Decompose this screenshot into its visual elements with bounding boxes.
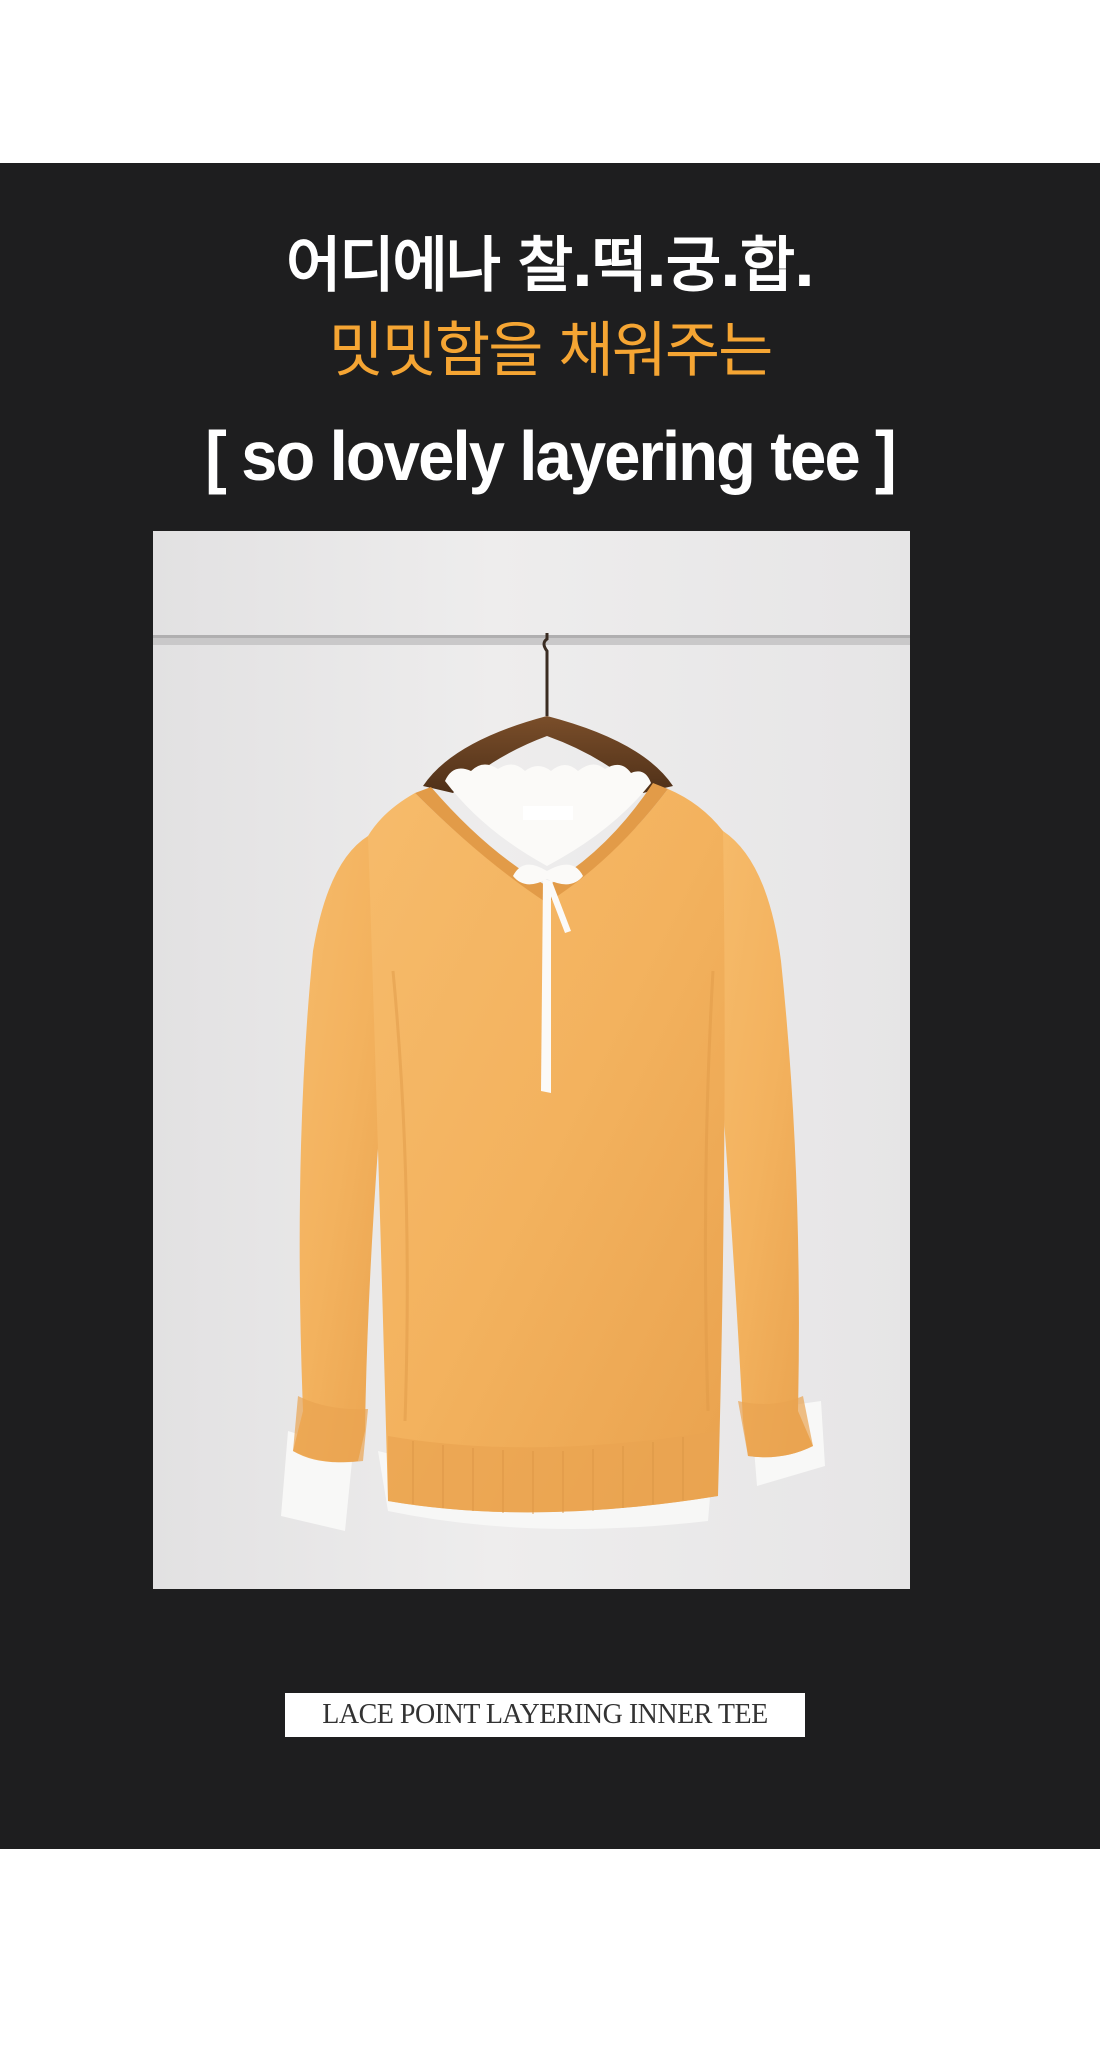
headline-line-1: 어디에나 찰.떡.궁.합. [286, 231, 816, 301]
headline-line-3: [ so lovely layering tee ] [205, 417, 897, 495]
hanger-hook [542, 633, 549, 716]
headline-line-2: 밋밋함을 채워주는 [328, 316, 774, 386]
product-photo [153, 531, 910, 1589]
product-label: LACE POINT LAYERING INNER TEE [322, 1699, 768, 1730]
sweater-sleeve-right [713, 831, 813, 1458]
product-label-box: LACE POINT LAYERING INNER TEE [285, 1693, 805, 1737]
shirt-tag [523, 806, 573, 820]
product-banner: 어디에나 찰.떡.궁.합. 밋밋함을 채워주는 [ so lovely laye… [0, 163, 1100, 1849]
